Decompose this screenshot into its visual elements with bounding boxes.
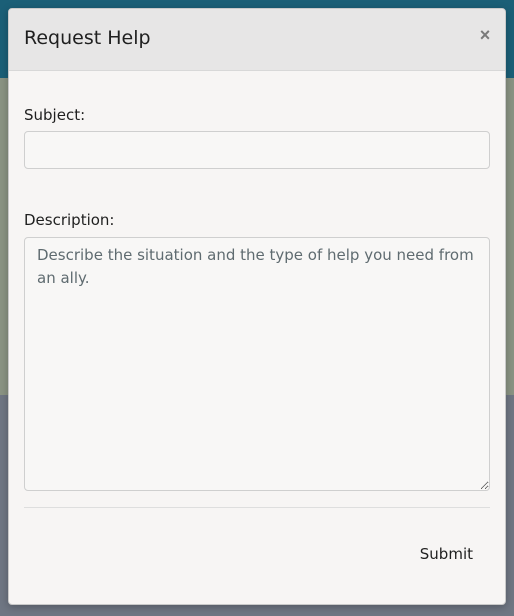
modal-title: Request Help	[24, 27, 151, 49]
description-label: Description:	[24, 211, 115, 229]
close-icon[interactable]: ×	[473, 23, 497, 47]
subject-input[interactable]	[24, 131, 490, 169]
submit-button[interactable]: Submit	[410, 539, 483, 569]
subject-label: Subject:	[24, 106, 86, 124]
description-textarea[interactable]	[24, 237, 490, 491]
modal-header: Request Help ×	[9, 9, 505, 71]
footer-divider	[24, 507, 490, 508]
request-help-dialog: Request Help × Subject: Description: Sub…	[8, 8, 506, 605]
